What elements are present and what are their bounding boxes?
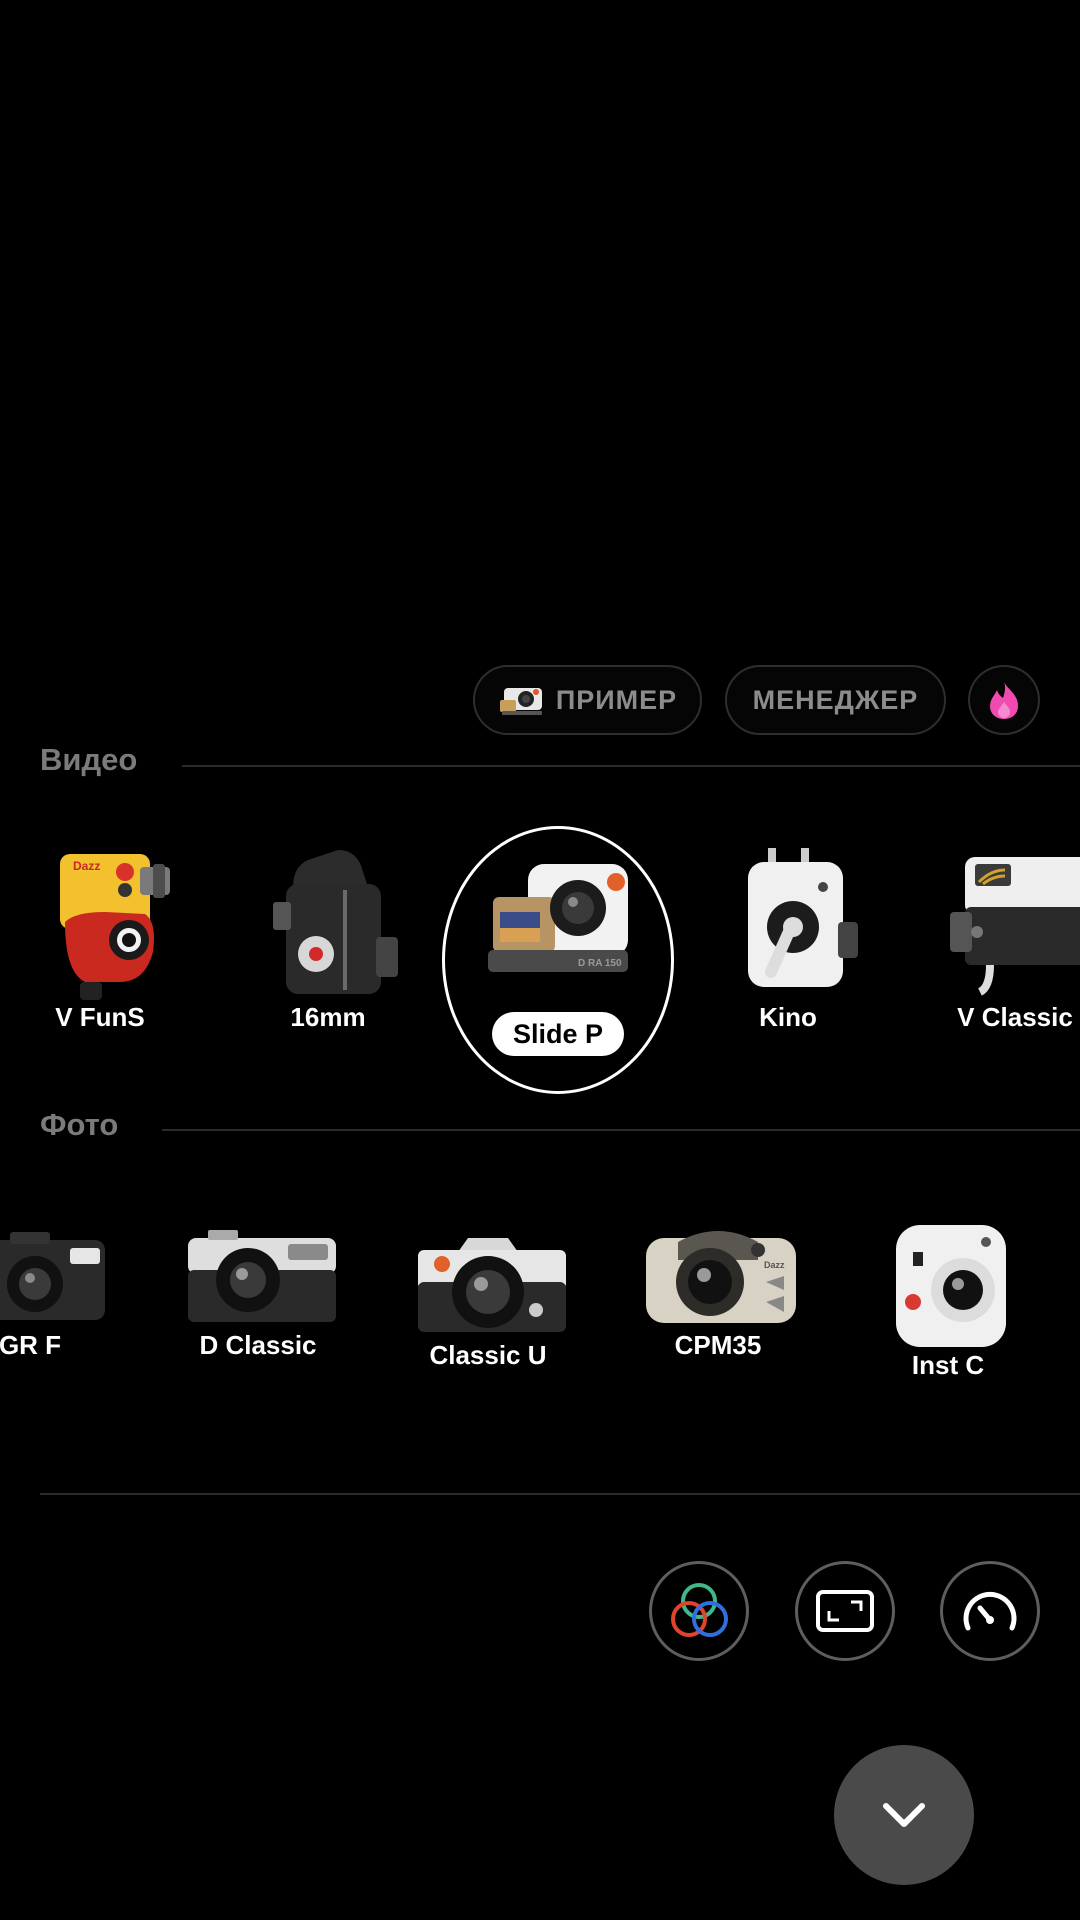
d-classic-camera-icon [188, 1230, 336, 1322]
camera-label: D Classic [199, 1330, 317, 1360]
photo-section-divider [162, 1129, 1080, 1131]
color-filter-icon [671, 1583, 728, 1637]
camera-label: V FunS [55, 1002, 145, 1032]
video-section-divider [182, 765, 1080, 767]
video-section-title: Видео [40, 742, 138, 777]
camera-cpm35[interactable]: Dazz CPM35 [618, 1220, 818, 1361]
photo-section-title: Фото [40, 1107, 119, 1142]
camera-gr-f[interactable]: GR F [0, 1220, 130, 1361]
projector-icon [499, 688, 542, 715]
manager-button[interactable]: МЕНЕДЖЕР [725, 665, 946, 735]
camera-kino[interactable]: Kino [688, 842, 888, 1033]
dazz-brand-text: Dazz [764, 1260, 785, 1270]
camera-slide-p[interactable]: D RA 150 [458, 842, 658, 982]
camera-label: GR F [0, 1330, 62, 1360]
cpm35-camera-icon: Dazz [646, 1231, 796, 1323]
camera-label: Inst C [911, 1350, 985, 1380]
speed-gauge-icon [963, 1591, 1017, 1631]
camera-v-funs[interactable]: Dazz V FunS [0, 842, 200, 1033]
dazz-brand-text: Dazz [73, 859, 100, 873]
model-text: D RA 150 [578, 958, 622, 969]
slide-projector-icon: D RA 150 [488, 864, 628, 972]
bottom-divider [40, 1493, 1080, 1495]
camcorder-yellow-icon: Dazz [60, 854, 170, 1000]
fire-icon [990, 682, 1018, 719]
manager-label: МЕНЕДЖЕР [752, 684, 919, 715]
camera-label: Slide P [512, 1018, 604, 1049]
camera-label: Classic U [429, 1340, 547, 1370]
kino-camera-icon [748, 848, 858, 987]
camera-label: Kino [759, 1002, 817, 1032]
film-camera-16mm-icon [273, 850, 398, 994]
chevron-down-icon [883, 1803, 925, 1827]
gr-f-camera-icon [0, 1232, 105, 1320]
camera-classic-u[interactable]: Classic U [388, 1220, 588, 1371]
camera-label: 16mm [290, 1002, 366, 1032]
sample-button[interactable]: ПРИМЕР [473, 665, 702, 735]
camera-label: CPM35 [674, 1330, 762, 1360]
v-classic-camcorder-icon [950, 857, 1080, 996]
collapse-button[interactable] [834, 1745, 974, 1885]
camera-label: V Classic [957, 1002, 1073, 1032]
sample-label: ПРИМЕР [555, 684, 678, 715]
camera-inst-c[interactable]: Inst C [848, 1220, 1048, 1381]
classic-u-camera-icon [418, 1238, 566, 1332]
color-filter-button[interactable] [649, 1561, 749, 1661]
aspect-ratio-icon [816, 1590, 874, 1632]
aspect-ratio-button[interactable] [795, 1561, 895, 1661]
trending-button[interactable] [968, 665, 1040, 735]
camera-d-classic[interactable]: D Classic [158, 1220, 358, 1361]
camera-16mm[interactable]: 16mm [228, 842, 428, 1033]
camera-v-classic[interactable]: V Classic [915, 842, 1080, 1033]
speed-button[interactable] [940, 1561, 1040, 1661]
instant-camera-icon [896, 1225, 1006, 1347]
camera-label-selected: Slide P [492, 1012, 624, 1056]
